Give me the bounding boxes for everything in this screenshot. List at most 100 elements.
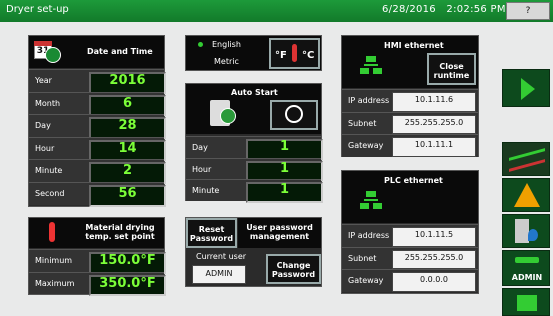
close-runtime-button[interactable]: Close runtime bbox=[427, 53, 476, 85]
date-time-row-label: Hour bbox=[35, 143, 55, 153]
help-button[interactable]: ? bbox=[506, 2, 550, 20]
date-text: 6/28/2016 bbox=[382, 4, 436, 15]
auto-start-row-value[interactable]: 1 bbox=[246, 182, 323, 203]
hmi-ethernet-row-label: IP address bbox=[348, 96, 390, 105]
plc-ethernet-row-value[interactable]: 10.1.11.5 bbox=[392, 227, 476, 247]
hmi-ethernet-row-value[interactable]: 10.1.11.1 bbox=[392, 137, 476, 157]
auto-start-row-label: Hour bbox=[192, 164, 212, 174]
auto-start-row-value[interactable]: 1 bbox=[246, 139, 323, 160]
date-time-row: Year 2016 bbox=[29, 69, 166, 94]
auto-start-title: Auto Start bbox=[231, 88, 278, 97]
hmi-ethernet-title: HMI ethernet bbox=[384, 41, 444, 50]
hmi-ethernet-row-value[interactable]: 255.255.255.0 bbox=[392, 114, 476, 134]
hmi-ethernet-row: IP address 10.1.11.6 bbox=[342, 89, 478, 112]
alarm-button[interactable] bbox=[502, 178, 550, 212]
auto-start-row: Minute 1 bbox=[186, 179, 323, 203]
current-user-value: ADMIN bbox=[192, 265, 246, 284]
auto-start-row: Hour 1 bbox=[186, 157, 323, 181]
fahrenheit-label: °F bbox=[275, 50, 287, 61]
time-text: 2:02:56 PM bbox=[446, 4, 506, 15]
language-indicator-icon bbox=[198, 42, 203, 47]
date-time-row-label: Day bbox=[35, 121, 51, 131]
clock-icon bbox=[220, 108, 236, 124]
auto-start-row-label: Minute bbox=[192, 186, 220, 195]
language-label[interactable]: English bbox=[212, 40, 241, 49]
hmi-ethernet-row-value[interactable]: 10.1.11.6 bbox=[392, 92, 476, 112]
drying-temp-row-label: Minimum bbox=[35, 256, 73, 265]
trend-button[interactable] bbox=[502, 142, 550, 176]
change-password-button[interactable]: Change Password bbox=[266, 254, 321, 284]
date-time-row-value[interactable]: 2 bbox=[89, 162, 166, 184]
drying-temp-row-value[interactable]: 150.0°F bbox=[89, 252, 166, 274]
plc-ethernet-row-label: Gateway bbox=[348, 276, 384, 285]
admin-label: ADMIN bbox=[511, 273, 543, 282]
dryer-service-button[interactable] bbox=[502, 214, 550, 248]
auto-start-row: Day 1 bbox=[186, 136, 323, 160]
plc-ethernet-row-label: Subnet bbox=[348, 253, 377, 263]
units-panel: English Metric °F °C bbox=[185, 35, 322, 71]
hmi-ethernet-row-label: Gateway bbox=[348, 141, 384, 150]
network-icon bbox=[360, 56, 382, 76]
date-time-row: Month 6 bbox=[29, 91, 166, 117]
plc-ethernet-row: Subnet 255.255.255.0 bbox=[342, 246, 478, 269]
admin-login-button[interactable]: ADMIN bbox=[502, 250, 550, 286]
plc-ethernet-row-value[interactable]: 255.255.255.0 bbox=[392, 249, 476, 269]
hmi-ethernet-row-label: Subnet bbox=[348, 118, 377, 128]
water-drop-icon bbox=[528, 229, 538, 241]
password-panel: Reset Password User password management … bbox=[185, 217, 322, 287]
date-time-row-value[interactable]: 56 bbox=[89, 185, 166, 207]
thermometer-icon bbox=[292, 44, 297, 62]
auto-start-row-label: Day bbox=[192, 143, 208, 152]
password-mgmt-label: User password management bbox=[238, 218, 321, 248]
hmi-ethernet-panel: HMI ethernet Close runtime IP address 10.… bbox=[341, 35, 479, 157]
date-time-row-value[interactable]: 6 bbox=[89, 94, 166, 117]
date-time-title: Date and Time bbox=[87, 47, 153, 56]
network-icon bbox=[360, 191, 382, 211]
current-user-label: Current user bbox=[196, 252, 247, 261]
measure-label[interactable]: Metric bbox=[214, 57, 239, 66]
drying-temp-row-label: Maximum bbox=[35, 278, 75, 288]
plc-ethernet-row: IP address 10.1.11.5 bbox=[342, 224, 478, 247]
plc-ethernet-row-label: IP address bbox=[348, 231, 390, 240]
unit-toggle-button[interactable]: °F °C bbox=[269, 38, 320, 69]
celsius-label: °C bbox=[302, 50, 315, 61]
drying-temp-row: Minimum 150.0°F bbox=[29, 249, 166, 274]
calendar-clock-icon: 31 bbox=[34, 41, 62, 63]
reset-password-button[interactable]: Reset Password bbox=[186, 218, 237, 248]
date-time-row-label: Second bbox=[35, 189, 65, 198]
home-icon bbox=[517, 295, 537, 311]
dryer-water-icon bbox=[515, 219, 529, 243]
date-time-row-value[interactable]: 2016 bbox=[89, 72, 166, 94]
date-time-row-label: Year bbox=[35, 76, 52, 85]
warning-icon bbox=[514, 183, 540, 207]
date-time-row: Second 56 bbox=[29, 182, 166, 207]
drying-temp-row: Maximum 350.0°F bbox=[29, 271, 166, 296]
home-button[interactable] bbox=[502, 288, 550, 316]
next-page-button[interactable] bbox=[502, 69, 550, 107]
date-time-row-label: Month bbox=[35, 98, 61, 108]
arrow-right-icon bbox=[521, 78, 535, 100]
title-bar: Dryer set-up 6/28/2016 2:02:56 PM bbox=[0, 0, 553, 22]
drying-temp-panel: Material drying temp. set point Minimum 1… bbox=[28, 217, 166, 296]
drying-temp-row-value[interactable]: 350.0°F bbox=[89, 274, 166, 296]
date-time-row-value[interactable]: 28 bbox=[89, 117, 166, 139]
date-time-row-label: Minute bbox=[35, 166, 63, 176]
hmi-ethernet-header: HMI ethernet Close runtime bbox=[342, 36, 478, 88]
plc-ethernet-panel: PLC ethernet IP address 10.1.11.5 Subnet 25… bbox=[341, 170, 479, 294]
auto-start-panel: Auto Start Day 1 Hour 1 Minute 1 bbox=[185, 83, 323, 203]
auto-start-row-value[interactable]: 1 bbox=[246, 160, 323, 181]
trend-chart-icon bbox=[509, 148, 545, 172]
date-time-row-value[interactable]: 14 bbox=[89, 139, 166, 162]
auto-start-header: Auto Start bbox=[186, 84, 321, 134]
datetime-readout: 6/28/2016 2:02:56 PM bbox=[382, 4, 506, 15]
plc-ethernet-row-value[interactable]: 0.0.0.0 bbox=[392, 272, 476, 292]
plc-ethernet-header: PLC ethernet bbox=[342, 171, 478, 223]
date-time-row: Day 28 bbox=[29, 114, 166, 139]
date-time-panel: 31 Date and Time Year 2016 Month 6 Day 28 Hour… bbox=[28, 35, 166, 207]
plc-ethernet-title: PLC ethernet bbox=[384, 176, 443, 185]
drying-temp-header: Material drying temp. set point bbox=[29, 218, 164, 248]
date-time-row: Hour 14 bbox=[29, 136, 166, 162]
plc-ethernet-row: Gateway 0.0.0.0 bbox=[342, 269, 478, 292]
auto-start-power-button[interactable] bbox=[270, 100, 318, 130]
window-title: Dryer set-up bbox=[6, 4, 69, 15]
